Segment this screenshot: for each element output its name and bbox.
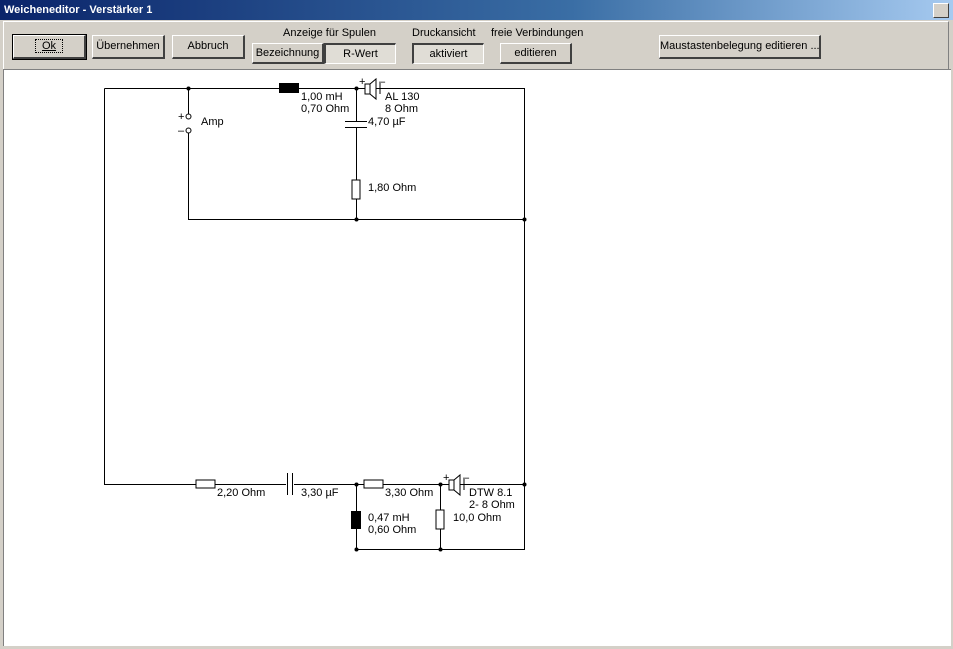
capacitor-c2[interactable] [286,473,294,495]
c2-value: 3,30 µF [301,487,339,499]
l1-resistance: 0,70 Ohm [301,103,349,115]
spk1-plus: + [359,76,365,88]
inductor-l2[interactable] [351,511,361,529]
r2-value: 2,20 Ohm [217,487,265,499]
spk2-impedance: 2- 8 Ohm [469,499,515,511]
spk1-minus: – [379,76,386,88]
crossover-schematic: + – Amp 1,00 mH 0,70 Ohm + – AL 130 8 Oh… [104,76,527,552]
wire-left-bottom [104,88,525,485]
toolbar: Ok Übernehmen Abbruch Anzeige für Spulen… [3,21,949,70]
window-title: Weicheneditor - Verstärker 1 [4,4,153,16]
spk1-impedance: 8 Ohm [385,103,418,115]
resistor-r2[interactable] [195,479,216,489]
l2-resistance: 0,60 Ohm [368,524,416,536]
ok-label: Ok [34,39,64,53]
wire-top-right [104,88,525,485]
aktiviert-toggle[interactable]: aktiviert [412,43,484,64]
capacitor-c1[interactable] [345,121,367,128]
close-button[interactable] [933,3,949,18]
maustasten-button[interactable]: Maustastenbelegung editieren ... [659,35,821,59]
abbruch-button[interactable]: Abbruch [172,35,245,59]
spk2-minus: – [463,472,470,484]
amp-plus-sign: + [178,111,184,123]
amp-minus-terminal[interactable] [185,127,192,134]
r3-value: 3,30 Ohm [385,487,433,499]
amp-minus-sign: – [178,125,185,137]
amp-plus-terminal[interactable] [185,113,192,120]
uebernehmen-button[interactable]: Übernehmen [92,35,165,59]
resistor-r3[interactable] [363,479,384,489]
bezeichnung-button[interactable]: Bezeichnung [252,43,324,64]
spk1-name: AL 130 [385,91,419,103]
inductor-l1[interactable] [279,83,299,93]
l1-value: 1,00 mH [301,91,343,103]
l2-value: 0,47 mH [368,512,410,524]
c1-value: 4,70 µF [368,116,406,128]
editieren-button[interactable]: editieren [500,43,572,64]
ok-button[interactable]: Ok [12,34,87,60]
spk2-name: DTW 8.1 [469,487,512,499]
druckansicht-label: Druckansicht [412,27,476,39]
r4-value: 10,0 Ohm [453,512,501,524]
resistor-r4[interactable] [435,509,445,530]
rwert-button[interactable]: R-Wert [324,43,396,64]
schematic-canvas[interactable]: + – Amp 1,00 mH 0,70 Ohm + – AL 130 8 Oh… [3,69,951,646]
title-bar: Weicheneditor - Verstärker 1 [0,0,953,20]
freie-verbindungen-label: freie Verbindungen [491,27,584,39]
r1-value: 1,80 Ohm [368,182,416,194]
amp-label: Amp [201,116,224,128]
anzeige-label: Anzeige für Spulen [283,27,376,39]
resistor-r1[interactable] [351,179,361,200]
spk2-plus: + [443,472,449,484]
